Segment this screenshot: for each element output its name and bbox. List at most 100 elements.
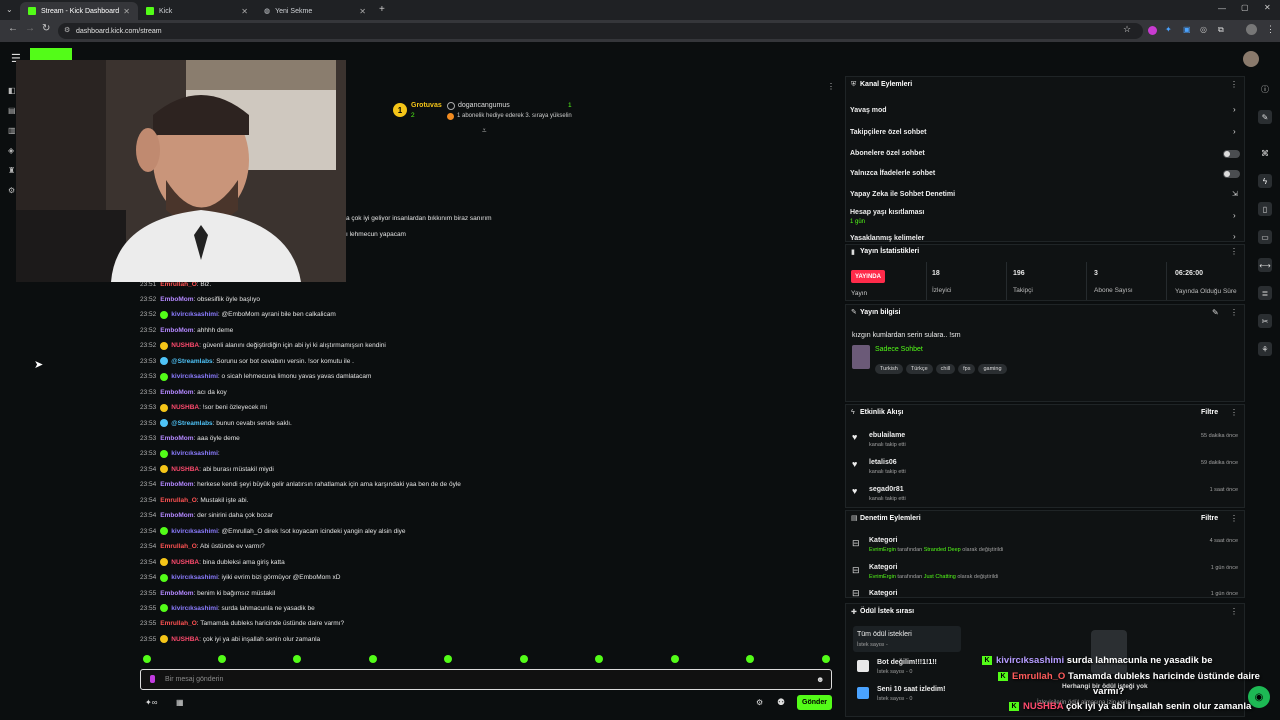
flash-icon[interactable]: ϟ — [1258, 174, 1272, 188]
extension-icon[interactable] — [1148, 26, 1157, 35]
mic-icon[interactable] — [150, 675, 155, 683]
chat-username[interactable]: kivircıksashimi — [171, 605, 218, 612]
chat-username[interactable]: kivircıksashimi — [171, 311, 218, 318]
emote-icon[interactable] — [746, 655, 754, 663]
emote-icon[interactable] — [444, 655, 452, 663]
tab-new-tab[interactable]: ◍ Yeni Sekme ✕ — [256, 2, 374, 20]
all-rewards-item[interactable]: Tüm ödül istekleri İstek sayısı - — [853, 626, 961, 652]
chat-bubble-icon[interactable]: ▭ — [1258, 230, 1272, 244]
chat-username[interactable]: Emrullah_O — [160, 620, 196, 627]
subscribers-only-toggle[interactable] — [1223, 150, 1240, 158]
emote-icon[interactable] — [520, 655, 528, 663]
chat-username[interactable]: EmboMom — [160, 327, 193, 334]
send-button[interactable]: Gönder — [797, 695, 832, 710]
bookmark-star-icon[interactable]: ☆ — [1123, 24, 1131, 35]
info-icon[interactable]: ⓘ — [1258, 82, 1272, 96]
reload-icon[interactable]: ↻ — [42, 23, 50, 34]
chat-username[interactable]: EmboMom — [160, 296, 193, 303]
activity-user[interactable]: letalis06 — [869, 459, 897, 466]
chat-username[interactable]: kivircıksashimi — [171, 373, 218, 380]
chat-username[interactable]: Emrullah_O — [160, 497, 196, 504]
chat-settings-gear-icon[interactable]: ⚙ — [756, 698, 763, 707]
user-avatar[interactable] — [1243, 51, 1259, 67]
panel-options-icon[interactable]: ⋮ — [1230, 247, 1238, 256]
extensions-puzzle-icon[interactable]: ⧉ — [1218, 25, 1224, 35]
tab-stream-dashboard[interactable]: Stream - Kick Dashboard ✕ — [20, 2, 138, 20]
list-icon[interactable]: ≣ — [1258, 286, 1272, 300]
panel-options-icon[interactable]: ⋮ — [1230, 514, 1238, 523]
users-icon[interactable]: ⚉ — [777, 697, 785, 708]
chat-input[interactable]: Bir mesaj gönderin — [140, 669, 832, 690]
emotes-only-toggle[interactable] — [1223, 170, 1240, 178]
emote-icon[interactable] — [293, 655, 301, 663]
leaderboard-user[interactable]: Grotuvas — [411, 102, 442, 109]
chat-username[interactable]: kivircıksashimi — [171, 528, 218, 535]
panel-options-icon[interactable]: ⋮ — [1230, 408, 1238, 417]
edit-icon[interactable]: ✎ — [1212, 308, 1219, 317]
panel-options-icon[interactable]: ⋮ — [1230, 607, 1238, 616]
browser-menu-icon[interactable]: ⋮ — [1266, 24, 1275, 35]
link-icon[interactable]: ⟷ — [1258, 258, 1272, 272]
chat-username[interactable]: NUSHBA — [171, 636, 199, 643]
slow-mode-row[interactable]: Yavaş mod › — [845, 102, 1245, 120]
extension-icon[interactable]: ▣ — [1183, 25, 1191, 34]
forward-icon[interactable]: → — [25, 23, 35, 34]
tab-list-chevron-icon[interactable]: ⌄ — [6, 5, 13, 14]
chat-username[interactable]: @Streamlabs — [171, 420, 212, 427]
chat-username[interactable]: EmboMom — [160, 590, 193, 597]
chat-username[interactable]: EmboMom — [160, 512, 193, 519]
back-icon[interactable]: ← — [8, 23, 18, 34]
panel-options-icon[interactable]: ⋮ — [1230, 308, 1238, 317]
emote-icon[interactable] — [369, 655, 377, 663]
chat-username[interactable]: EmboMom — [160, 481, 193, 488]
filter-button[interactable]: Filtre — [1201, 409, 1218, 416]
profile-avatar[interactable] — [1246, 24, 1257, 35]
gifter-name[interactable]: dogancangumus — [458, 102, 510, 109]
filter-button[interactable]: Filtre — [1201, 515, 1218, 522]
chat-help-button[interactable]: ◉ — [1248, 686, 1270, 708]
chat-username[interactable]: EmboMom — [160, 389, 193, 396]
close-icon[interactable]: ✕ — [123, 7, 130, 16]
chat-username[interactable]: @Streamlabs — [171, 358, 212, 365]
moderator-name[interactable]: EvrimErgin — [869, 547, 896, 553]
emote-icon[interactable] — [143, 655, 151, 663]
reward-item[interactable]: Seni 10 saat izledim! İstek sayısı - 0 — [853, 683, 961, 707]
banned-words-row[interactable]: Yasaklanmış kelimeler › — [845, 232, 1245, 242]
kick-logo[interactable] — [30, 48, 72, 60]
emoji-icon[interactable]: ☻ — [816, 675, 824, 684]
points-icon[interactable]: ✦∞ — [145, 698, 157, 707]
moderator-name[interactable]: EvrimErgin — [869, 574, 896, 580]
emote-icon[interactable] — [671, 655, 679, 663]
widgets-icon[interactable]: ⚘ — [1258, 342, 1272, 356]
chat-username[interactable]: kivircıksashimi — [171, 450, 218, 457]
chat-username[interactable]: EmboMom — [160, 435, 193, 442]
ai-moderation-row[interactable]: Yapay Zeka ile Sohbet Denetimi ⇲ — [845, 186, 1245, 204]
extension-icon[interactable]: ◎ — [1200, 25, 1207, 34]
extension-icon[interactable]: ✦ — [1165, 25, 1172, 34]
window-close-icon[interactable]: ✕ — [1264, 3, 1271, 12]
chat-options-icon[interactable]: ⋮ — [827, 82, 835, 91]
activity-user[interactable]: ebulailame — [869, 432, 905, 439]
chat-username[interactable]: Emrullah_O — [160, 543, 196, 550]
wrench-icon[interactable]: ✂ — [1258, 314, 1272, 328]
expand-chevron-icon[interactable]: ⩡ — [482, 126, 487, 136]
reward-item[interactable]: Bot değilim!!!1!1!! İstek sayısı - 0 — [853, 656, 961, 680]
emote-icon[interactable] — [595, 655, 603, 663]
emote-icon[interactable] — [822, 655, 830, 663]
maximize-icon[interactable]: ▢ — [1241, 3, 1249, 12]
close-icon[interactable]: ✕ — [359, 7, 366, 16]
category-name[interactable]: Sadece Sohbet — [875, 346, 923, 353]
chat-username[interactable]: NUSHBA — [171, 559, 199, 566]
camera-icon[interactable]: ⌘ — [1258, 146, 1272, 160]
calendar-icon[interactable]: ▦ — [176, 698, 184, 707]
notes-icon[interactable]: ▯ — [1258, 202, 1272, 216]
chat-username[interactable]: NUSHBA — [171, 342, 199, 349]
emote-icon[interactable] — [218, 655, 226, 663]
activity-user[interactable]: segad0r81 — [869, 486, 904, 493]
chat-username[interactable]: NUSHBA — [171, 404, 199, 411]
panel-options-icon[interactable]: ⋮ — [1230, 80, 1238, 89]
minimize-icon[interactable]: — — [1218, 4, 1226, 13]
new-tab-plus-icon[interactable]: + — [379, 4, 385, 15]
category-target[interactable]: Stranded Deep — [924, 547, 961, 553]
edit-pencil-icon[interactable]: ✎ — [1258, 110, 1272, 124]
